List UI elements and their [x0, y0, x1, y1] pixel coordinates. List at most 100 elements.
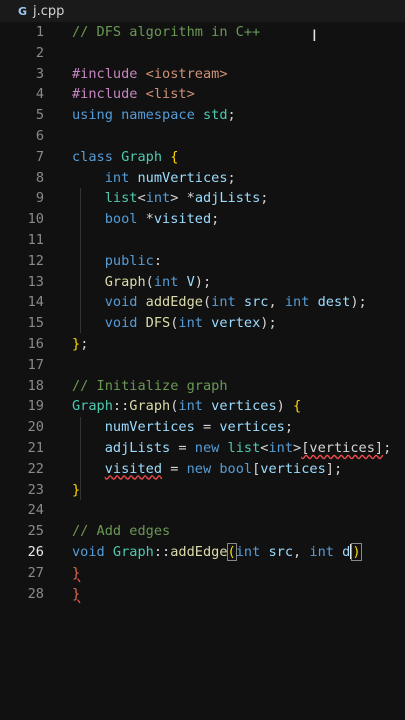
code-token: ; [284, 419, 294, 436]
code-token: = [194, 419, 220, 436]
code-line[interactable]: 24 [0, 500, 405, 521]
code-line[interactable]: 4 #include <list> [0, 84, 405, 105]
code-token: vertex [211, 315, 261, 332]
code-line[interactable]: 7 class Graph { [0, 147, 405, 168]
code-token: int [153, 273, 187, 290]
editor-tab[interactable]: G j.cpp [0, 0, 405, 22]
code-line[interactable]: 19 Graph::Graph(int vertices) { [0, 396, 405, 417]
line-content: Graph(int V); [72, 272, 211, 293]
code-token: addEdge [145, 294, 203, 311]
code-line[interactable]: 10 bool *visited; [0, 209, 405, 230]
code-token: vertices [260, 460, 326, 477]
line-content: } [72, 480, 80, 501]
code-line[interactable]: 26 void Graph::addEdge(int src, int d) [0, 542, 405, 563]
code-token: <iostream> [145, 65, 228, 82]
code-token: Graph [104, 273, 146, 290]
code-token: <list> [145, 86, 195, 103]
code-token: ; [80, 335, 89, 352]
code-token: using namespace [72, 107, 203, 124]
code-token: ; [383, 439, 392, 456]
code-line[interactable]: 17 [0, 355, 405, 376]
line-content: bool *visited; [72, 209, 220, 230]
code-line[interactable]: 25 // Add edges [0, 521, 405, 542]
code-editor[interactable]: 1// DFS algorithm in C++ 2 3 #include <iost… [0, 22, 405, 720]
code-line[interactable]: 3 #include <iostream> [0, 64, 405, 85]
code-token: list [227, 439, 261, 456]
line-number: 21 [27, 439, 44, 456]
code-line[interactable]: 16}; [0, 334, 405, 355]
code-token: #include [72, 86, 146, 103]
code-token: vertices [211, 398, 277, 415]
code-line[interactable]: 12 public: [0, 251, 405, 272]
code-token: bool [219, 460, 253, 477]
code-token: int [284, 294, 318, 311]
line-number: 20 [27, 419, 44, 436]
code-line[interactable]: 28} [0, 584, 405, 605]
code-token: DFS [145, 315, 171, 332]
code-line[interactable]: 1 // DFS algorithm in C++ [0, 22, 405, 43]
code-token: ); [260, 315, 277, 332]
line-content: Graph::Graph(int vertices) { [72, 396, 301, 417]
code-token: int [309, 543, 343, 560]
code-line[interactable]: 27} [0, 563, 405, 584]
code-token: Graph [112, 543, 154, 560]
code-line[interactable]: 8 int numVertices; [0, 168, 405, 189]
code-line[interactable]: 11 [0, 230, 405, 251]
code-token: , [268, 294, 285, 311]
code-token: addEdge [170, 543, 228, 560]
code-line[interactable]: 23} [0, 480, 405, 501]
line-content: numVertices = vertices; [72, 417, 293, 438]
code-token: class [72, 148, 122, 165]
code-token: adjLists [194, 190, 261, 207]
code-token: Graph [129, 398, 171, 415]
code-token: dest [317, 294, 351, 311]
code-token: // DFS algorithm in C++ [72, 24, 261, 40]
code-line[interactable]: 20 numVertices = vertices; [0, 417, 405, 438]
code-token: bool [104, 211, 146, 228]
line-number: 6 [35, 127, 44, 144]
code-token: src [243, 294, 269, 311]
line-number: 22 [27, 460, 44, 477]
code-token: int [145, 190, 171, 207]
code-line[interactable]: 21 adjLists = new list<int>[vertices]; [0, 438, 405, 459]
line-number: 2 [35, 44, 44, 61]
code-line[interactable]: 2 [0, 43, 405, 64]
code-token: * [145, 211, 154, 228]
code-token: < [137, 190, 146, 207]
code-token: :: [153, 543, 171, 560]
code-token: new [186, 460, 220, 477]
code-line[interactable]: 13 Graph(int V); [0, 272, 405, 293]
line-number: 7 [35, 148, 44, 165]
line-content: } [72, 563, 80, 584]
code-token: d [342, 543, 351, 560]
line-content: void Graph::addEdge(int src, int d) [72, 542, 362, 563]
code-token: int [235, 543, 269, 560]
code-line[interactable]: 5 using namespace std; [0, 105, 405, 126]
line-number: 23 [27, 481, 44, 498]
code-token: ; [260, 190, 269, 207]
code-line[interactable]: 6 [0, 126, 405, 147]
code-token: ; [227, 169, 236, 186]
code-token: int [104, 169, 138, 186]
line-number: 26 [27, 543, 44, 560]
code-line[interactable]: 15 void DFS(int vertex); [0, 313, 405, 334]
line-number: 11 [27, 231, 44, 248]
code-token: } [72, 335, 81, 352]
code-token: // Add edges [72, 523, 171, 540]
code-token: V [186, 273, 195, 290]
code-line[interactable]: 18 // Initialize graph [0, 376, 405, 397]
line-content: // Add edges [72, 521, 170, 542]
code-token: : [153, 252, 163, 269]
line-content: #include <iostream> [72, 64, 228, 85]
code-line[interactable]: 9 list<int> *adjLists; [0, 188, 405, 209]
code-line[interactable]: 14 void addEdge(int src, int dest); [0, 292, 405, 313]
code-token: } [72, 564, 81, 581]
code-line[interactable]: 22 visited = new bool[vertices]; [0, 459, 405, 480]
